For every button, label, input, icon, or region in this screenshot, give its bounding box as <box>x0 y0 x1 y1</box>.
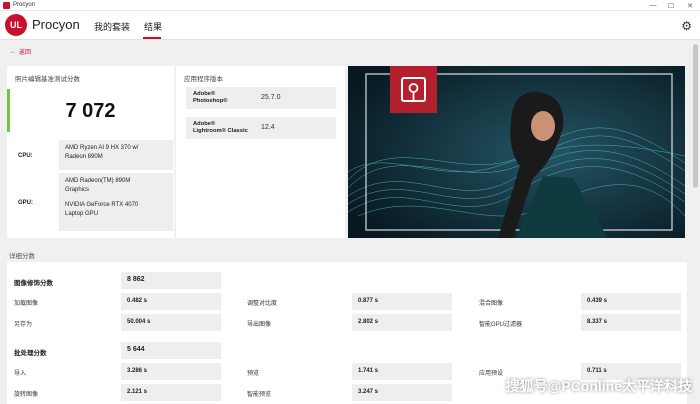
cpu-line: AMD Ryzen AI 9 HX 370 w/ <box>65 145 139 151</box>
metric-value: 2.121 s <box>121 384 221 401</box>
metric-label: 另存为 <box>14 322 33 328</box>
window-titlebar: Procyon — ☐ ✕ <box>0 0 700 11</box>
metric-label: 加载图像 <box>14 301 39 307</box>
metric-label: 预览 <box>247 371 260 377</box>
group-score: 5 644 <box>121 342 221 359</box>
cpu-line: Radeon 890M <box>65 154 103 160</box>
tab-results[interactable]: 结果 <box>144 20 162 33</box>
versions-title: 应用程序版本 <box>184 76 223 83</box>
app-name-line: Adobe® <box>193 91 216 97</box>
ul-logo-icon <box>390 66 437 113</box>
maximize-button[interactable]: ☐ <box>664 0 678 11</box>
app-name: Adobe® Lightroom® Classic <box>193 121 248 135</box>
metric-label: 导出图像 <box>247 322 272 328</box>
metric-value: 0.439 s <box>581 293 681 310</box>
hero-illustration <box>348 66 685 238</box>
app-versions-card: 应用程序版本 Adobe® Photoshop® 25.7.0 Adobe® L… <box>176 66 345 238</box>
metric-value: 0.482 s <box>121 293 221 310</box>
metric-value: 8.337 s <box>581 314 681 331</box>
group-label: 图像修饰分数 <box>14 280 53 287</box>
tab-my-suites[interactable]: 我的套装 <box>94 20 130 33</box>
app-name-line: Lightroom® Classic <box>193 128 248 134</box>
benchmark-score-card: 照片编辑基准测试分数 7 072 CPU: AMD Ryzen AI 9 HX … <box>7 66 174 238</box>
active-tab-indicator <box>143 37 161 39</box>
benchmark-hero-image <box>348 66 685 238</box>
metric-value: 3.286 s <box>121 363 221 380</box>
gpu-line: AMD Radeon(TM) 890M <box>65 178 131 184</box>
metric-label: 调整对比度 <box>247 301 278 307</box>
gpu-line: NVIDIA GeForce RTX 4070 <box>65 202 139 208</box>
vertical-scrollbar[interactable] <box>693 44 698 188</box>
minimize-button[interactable]: — <box>646 0 660 11</box>
score-card-title: 照片编辑基准测试分数 <box>15 76 80 83</box>
metric-label: 混合图像 <box>479 301 504 307</box>
metric-label: 导入 <box>14 371 27 377</box>
group-label: 批处理分数 <box>14 350 47 357</box>
metric-value: 2.802 s <box>352 314 452 331</box>
metric-label: 智能GPU过滤器 <box>479 322 523 328</box>
app-version: 25.7.0 <box>261 94 281 101</box>
detailed-scores-title: 详细分数 <box>9 253 35 260</box>
close-button[interactable]: ✕ <box>683 0 697 11</box>
gpu-label: GPU: <box>18 200 33 206</box>
metric-value: 0.877 s <box>352 293 452 310</box>
arrow-left-icon: ← <box>10 48 16 55</box>
cpu-info: AMD Ryzen AI 9 HX 370 w/ Radeon 890M <box>59 140 173 170</box>
ul-logo: UL <box>5 14 27 36</box>
metric-value: 3.247 s <box>352 384 452 401</box>
app-header: UL Procyon 我的套装 结果 ⚙ <box>0 11 700 40</box>
app-name: Adobe® Photoshop® <box>193 91 228 105</box>
gpu-line: Graphics <box>65 187 90 193</box>
version-row-photoshop: Adobe® Photoshop® 25.7.0 <box>186 87 336 109</box>
window-title: Procyon <box>13 2 36 8</box>
metric-label: 旋转图像 <box>14 392 39 398</box>
app-icon <box>3 1 10 9</box>
group-score: 8 862 <box>121 272 221 289</box>
watermark: 搜狐号@PConline太平洋科技 <box>505 378 692 394</box>
app-name-line: Photoshop® <box>193 98 228 104</box>
metric-label: 智能预览 <box>247 392 272 398</box>
version-row-lightroom: Adobe® Lightroom® Classic 12.4 <box>186 117 336 139</box>
back-link[interactable]: ← 返回 <box>10 47 32 57</box>
metric-value: 1.741 s <box>352 363 452 380</box>
brand-name: Procyon <box>32 17 80 32</box>
app-name-line: Adobe® <box>193 121 216 127</box>
metric-label: 应用预设 <box>479 371 504 377</box>
gpu-info: AMD Radeon(TM) 890M Graphics NVIDIA GeFo… <box>59 173 173 231</box>
overall-score: 7 072 <box>65 100 116 122</box>
back-label: 返回 <box>19 50 32 56</box>
metric-value: 50.004 s <box>121 314 221 331</box>
gpu-line: Laptop GPU <box>65 211 99 217</box>
app-version: 12.4 <box>261 124 275 131</box>
settings-gear-icon[interactable]: ⚙ <box>681 19 692 33</box>
cpu-label: CPU: <box>18 153 33 159</box>
